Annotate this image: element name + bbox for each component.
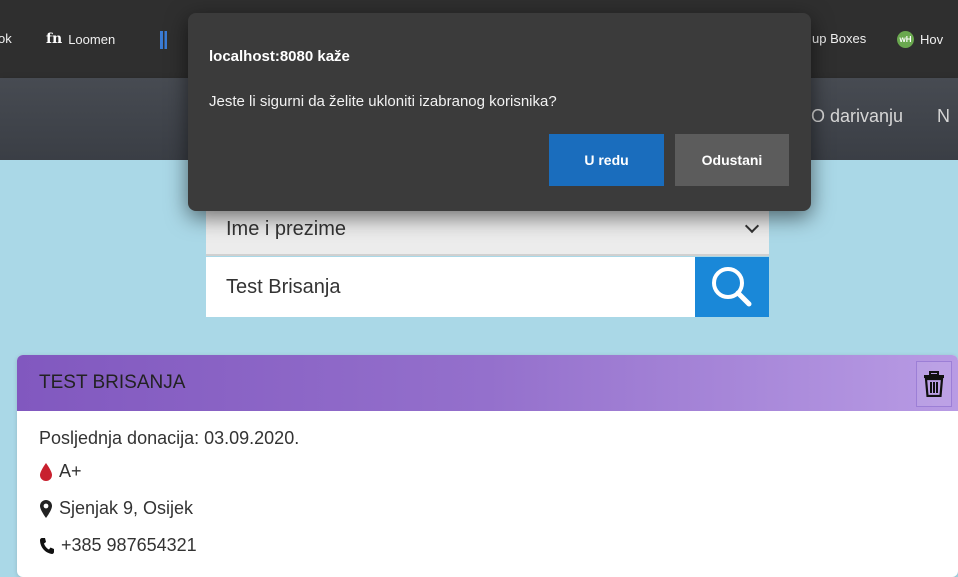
- nav-o-darivanju[interactable]: O darivanju: [811, 106, 903, 127]
- bookmark-label: Loomen: [68, 31, 116, 47]
- last-donation-row: Posljednja donacija: 03.09.2020.: [39, 423, 936, 453]
- ok-button[interactable]: U redu: [549, 134, 664, 186]
- bookmark-label: Hov: [920, 32, 944, 47]
- search-input-value: Test Brisanja: [226, 275, 341, 298]
- user-card: TEST BRISANJA Posljednja donacija: 03.09…: [17, 355, 958, 577]
- map-marker-icon: [40, 499, 52, 518]
- address-row: Sjenjak 9, Osijek: [39, 490, 936, 527]
- wave-icon: [160, 31, 170, 49]
- wh-icon: wH: [897, 31, 914, 48]
- card-body: Posljednja donacija: 03.09.2020. A+ Sjen…: [17, 411, 958, 576]
- confirm-dialog: localhost:8080 kaže Jeste li sigurni da …: [188, 13, 811, 211]
- phone: +385 987654321: [61, 535, 197, 555]
- search-icon: [712, 267, 752, 307]
- bookmark-wave[interactable]: [160, 31, 170, 49]
- chevron-down-icon: [744, 218, 760, 234]
- phone-row: +385 987654321: [39, 527, 936, 564]
- blood-type: A+: [59, 461, 82, 481]
- blood-drop-icon: [40, 462, 52, 481]
- trash-icon: [924, 371, 944, 397]
- filter-select[interactable]: Ime i prezime: [206, 204, 769, 256]
- phone-icon: [40, 537, 54, 554]
- bookmark-hov[interactable]: wH Hov: [897, 31, 943, 48]
- search-input[interactable]: Test Brisanja: [206, 257, 695, 317]
- user-name: TEST BRISANJA: [39, 372, 186, 393]
- nav-next-item[interactable]: N: [937, 106, 950, 127]
- cancel-button[interactable]: Odustani: [675, 134, 789, 186]
- address: Sjenjak 9, Osijek: [59, 498, 194, 518]
- moodle-fm-icon: fn: [46, 31, 63, 47]
- search-button[interactable]: [695, 257, 769, 317]
- bookmark-label: up Boxes: [812, 31, 867, 46]
- filter-select-value: Ime i prezime: [226, 217, 347, 240]
- dialog-title: localhost:8080 kaže: [209, 48, 350, 65]
- bookmark-label: ok: [0, 31, 12, 46]
- blood-type-row: A+: [39, 453, 936, 490]
- dialog-message: Jeste li sigurni da želite ukloniti izab…: [209, 93, 557, 110]
- bookmark-item[interactable]: ok: [0, 31, 12, 46]
- bookmark-loomen[interactable]: fn Loomen: [46, 31, 115, 47]
- card-header: TEST BRISANJA: [17, 355, 958, 411]
- delete-button[interactable]: [916, 361, 952, 407]
- bookmark-boxes[interactable]: up Boxes: [812, 31, 866, 46]
- page-content: Ime i prezime Test Brisanja TEST BRISANJ…: [0, 160, 958, 577]
- last-donation: Posljednja donacija: 03.09.2020.: [39, 427, 300, 448]
